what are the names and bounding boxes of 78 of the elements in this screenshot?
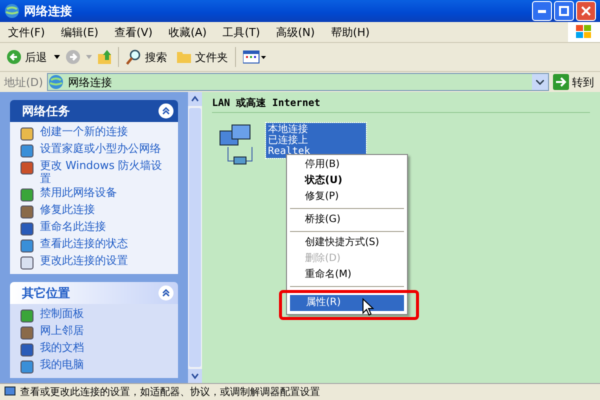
maximize-button[interactable] [554,1,574,21]
scroll-up-button[interactable] [188,92,202,106]
connection-device: Realtek [268,146,312,157]
task-icon [20,188,34,202]
window-title: 网络连接 [24,2,72,20]
search-button[interactable]: 搜索 [124,47,169,67]
panel-header[interactable]: 网络任务 [10,100,178,122]
task-icon [20,309,34,324]
globe-icon [4,3,20,19]
task-link[interactable]: 更改 Windows 防火墙设置 [40,160,172,186]
task-icon [20,239,34,254]
connection-status: 已连接上 [268,135,309,146]
task-link[interactable]: 创建一个新的连接 [40,126,128,139]
menu-item[interactable]: 高级(N) [268,24,323,40]
connection-name: 本地连接 [268,124,309,135]
close-button[interactable] [576,1,596,21]
menu-item[interactable]: 编辑(E) [52,24,106,40]
globe-icon [48,74,64,90]
task-icon [20,144,34,158]
task-icon [20,256,34,270]
address-field[interactable]: 网络连接 [47,73,549,91]
search-icon [126,49,142,65]
menu-item[interactable]: 状态(U) [289,173,405,189]
task-link[interactable]: 修复此连接 [40,204,95,217]
up-folder-icon[interactable] [97,49,113,65]
dropdown-caret-icon[interactable] [54,55,60,59]
scroll-thumb[interactable] [189,108,201,367]
task-link[interactable]: 网上邻居 [40,325,84,338]
task-link[interactable]: 重命名此连接 [40,221,106,234]
panel-title: 网络任务 [22,102,70,120]
minimize-button[interactable] [532,1,552,21]
menu-item[interactable]: 桥接(G) [289,212,405,228]
status-text: 查看或更改此连接的设置，如适配器、协议，或调制解调器配置设置 [20,386,320,399]
menu-item[interactable]: 工具(T) [214,24,268,40]
menu-item[interactable]: 修复(P) [289,189,405,205]
views-button[interactable] [241,48,269,66]
back-button[interactable]: 后退 [4,47,49,67]
arrow-right-icon [553,74,569,90]
task-link[interactable]: 查看此连接的状态 [40,238,128,251]
task-icon [20,205,34,220]
task-icon [20,343,34,358]
collapse-icon[interactable] [158,103,174,119]
task-icon [20,326,34,340]
menu-item[interactable]: 查看(V) [106,24,161,40]
minimize-icon [538,10,546,12]
folders-button[interactable]: 文件夹 [174,48,230,66]
collapse-icon[interactable] [158,285,174,302]
panel-header[interactable]: 其它位置 [10,282,178,304]
go-button[interactable]: 转到 [553,74,600,90]
menu-item[interactable]: 文件(F) [0,24,53,40]
view-grid-icon [243,50,267,64]
flag-logo-icon [575,24,593,40]
network-icon [4,386,16,398]
menu-item[interactable]: 帮助(H) [322,24,378,40]
task-link[interactable]: 控制面板 [40,308,84,321]
maximize-icon [559,6,569,16]
task-link[interactable]: 我的电脑 [40,359,84,372]
panel-title: 其它位置 [22,284,70,302]
task-link[interactable]: 设置家庭或小型办公网络 [40,143,161,156]
scrollbar[interactable] [188,92,202,383]
scroll-down-button[interactable] [188,369,202,383]
address-dropdown-button[interactable] [532,74,548,90]
task-icon [20,360,34,374]
task-icon [20,161,34,175]
task-link[interactable]: 禁用此网络设备 [40,187,117,200]
menu-item[interactable]: 收藏(A) [160,24,215,40]
folder-icon [176,50,192,64]
chevron-down-icon [536,80,544,84]
address-label: 地址(D) [4,74,44,90]
task-link[interactable]: 我的文档 [40,342,84,355]
task-link[interactable]: 更改此连接的设置 [40,255,128,268]
menu-item[interactable]: 创建快捷方式(S) [289,235,405,251]
task-icon [20,222,34,236]
group-heading: LAN 或高速 Internet [212,96,590,113]
task-icon [20,127,34,141]
menu-item[interactable]: 停用(B) [289,157,405,173]
close-icon [581,6,591,16]
menu-item[interactable]: 重命名(M) [289,267,405,283]
